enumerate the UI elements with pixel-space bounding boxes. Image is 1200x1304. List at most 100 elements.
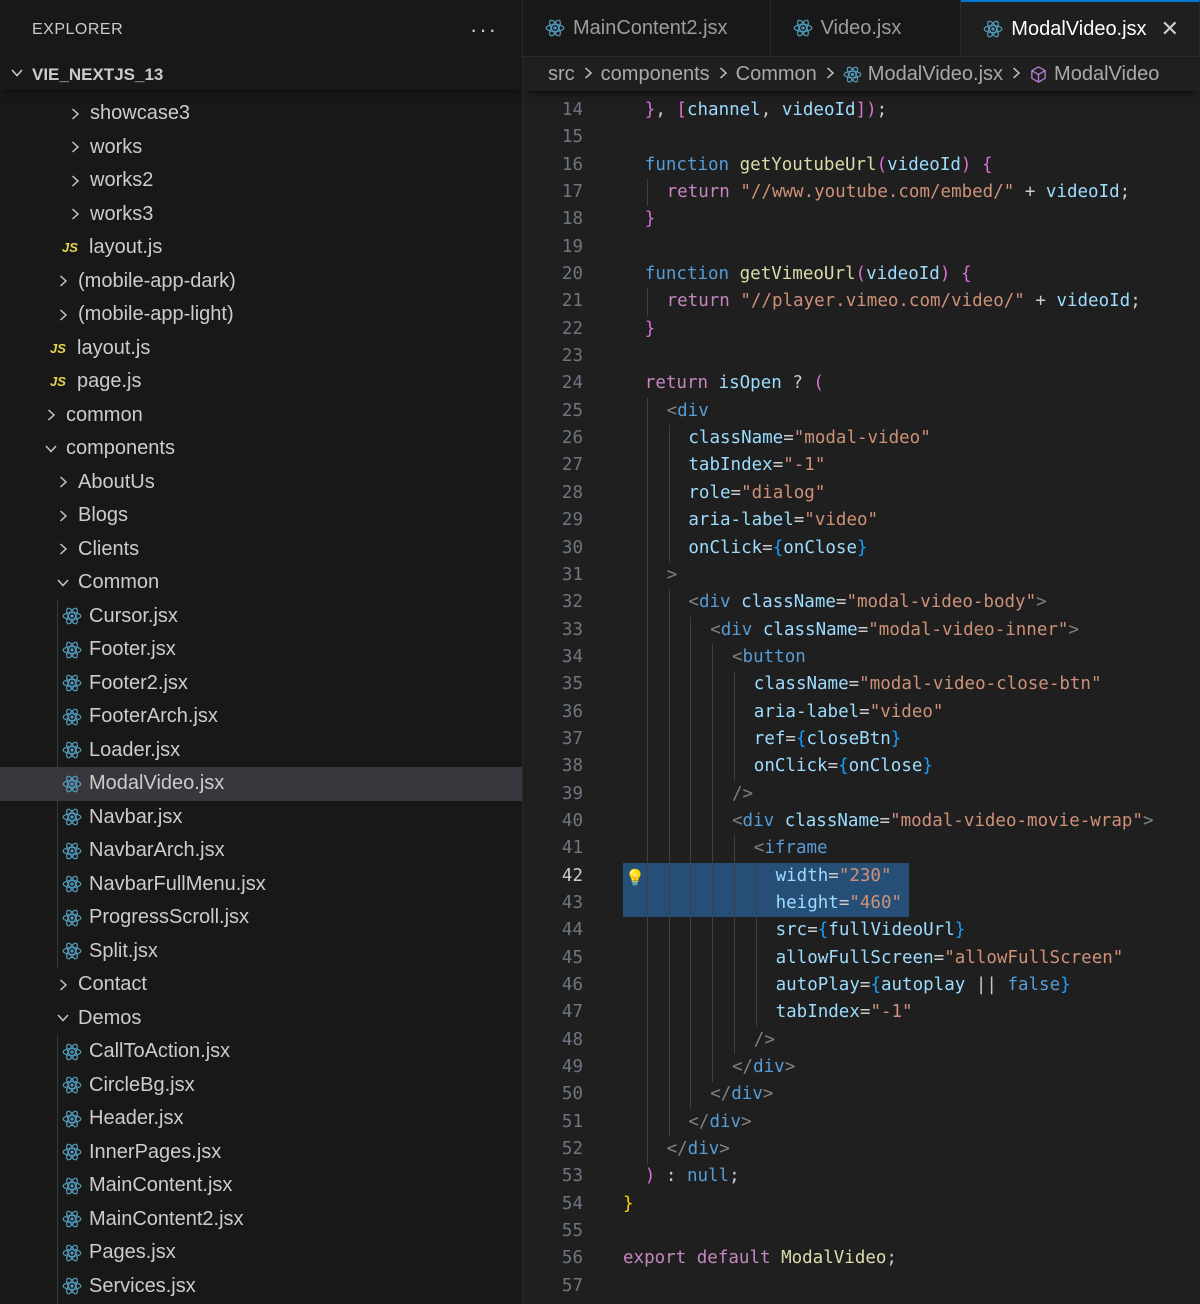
tree-file-footerarch[interactable]: FooterArch.jsx (0, 700, 522, 734)
line-number: 14 (561, 100, 583, 120)
tree-folder-contact[interactable]: Contact (0, 968, 522, 1002)
code-line[interactable]: 28 role="dialog" (523, 480, 1200, 507)
code-line[interactable]: 34 <button (523, 644, 1200, 671)
line-number: 56 (561, 1248, 583, 1269)
code-line[interactable]: 43 height="460" (523, 889, 1200, 918)
indent-guide (57, 1035, 58, 1304)
tree-item-partial[interactable]: showcase2 (0, 90, 522, 97)
tree-file-innerpages[interactable]: InnerPages.jsx (0, 1136, 522, 1170)
tree-file-footer2[interactable]: Footer2.jsx (0, 667, 522, 701)
code-line[interactable]: 46 autoPlay={autoplay || false} (523, 972, 1200, 999)
code-line[interactable]: 💡 42 width="230" (523, 862, 1200, 891)
code-line[interactable]: 27 tabIndex="-1" (523, 452, 1200, 479)
code-line[interactable]: 51 </div> (523, 1109, 1200, 1136)
code-line[interactable]: 29 aria-label="video" (523, 507, 1200, 534)
breadcrumb-item[interactable]: components (601, 63, 710, 86)
tree-folder-blogs[interactable]: Blogs (0, 499, 522, 533)
breadcrumb-item[interactable]: ModalVideo.jsx (868, 63, 1003, 86)
lightbulb-icon[interactable]: 💡 (625, 864, 645, 891)
breadcrumb-item[interactable]: src (548, 63, 575, 86)
tab-video[interactable]: Video.jsx (771, 0, 962, 56)
code-line[interactable]: 16 function getYoutubeUrl(videoId) { (523, 152, 1200, 179)
code-line[interactable]: 23 (523, 343, 1200, 370)
tree-folder-mobile-app-dark[interactable]: (mobile-app-dark) (0, 265, 522, 299)
tree-file-navbar[interactable]: Navbar.jsx (0, 801, 522, 835)
code-line[interactable]: 14}, [channel, videoId]); (523, 97, 1200, 124)
code-line[interactable]: 41 <iframe (523, 835, 1200, 862)
code-line[interactable]: 33 <div className="modal-video-inner"> (523, 617, 1200, 644)
tree-folder-common[interactable]: common (0, 399, 522, 433)
more-actions-icon[interactable]: ··· (470, 17, 498, 43)
tree-file-services[interactable]: Services.jsx (0, 1270, 522, 1304)
code-line[interactable]: 31 > (523, 562, 1200, 589)
code-line[interactable]: 25 <div (523, 398, 1200, 425)
code-line[interactable]: 49 </div> (523, 1054, 1200, 1081)
tree-file-layout[interactable]: JS layout.js (0, 332, 522, 366)
tree-folder-common[interactable]: Common (0, 566, 522, 600)
tree-folder-clients[interactable]: Clients (0, 533, 522, 567)
code-line[interactable]: 30 onClick={onClose} (523, 535, 1200, 562)
tree-folder-works2[interactable]: works2 (0, 164, 522, 198)
tab-modalvideo[interactable]: ModalVideo.jsx ✕ (961, 0, 1200, 56)
code-line[interactable]: 24 return isOpen ? ( (523, 370, 1200, 397)
tree-folder-showcase3[interactable]: showcase3 (0, 97, 522, 131)
code-line[interactable]: 50 </div> (523, 1081, 1200, 1108)
code-line[interactable]: 37 ref={closeBtn} (523, 726, 1200, 753)
tree-file-navbararch[interactable]: NavbarArch.jsx (0, 834, 522, 868)
breadcrumb-item[interactable]: ModalVideo (1054, 63, 1159, 86)
code-editor[interactable]: 14}, [channel, videoId]); 15 16 function ge… (523, 97, 1200, 1304)
tree-file-layout[interactable]: JS layout.js (0, 231, 522, 265)
react-file-icon (62, 707, 84, 727)
code-line[interactable]: 39 /> (523, 781, 1200, 808)
tree-folder-works3[interactable]: works3 (0, 198, 522, 232)
code-token: [ (676, 100, 687, 120)
code-line[interactable]: 17 return "//www.youtube.com/embed/" + vi… (523, 179, 1200, 206)
tree-file-progressscroll[interactable]: ProgressScroll.jsx (0, 901, 522, 935)
tree-folder-mobile-app-light[interactable]: (mobile-app-light) (0, 298, 522, 332)
code-line[interactable]: 52 </div> (523, 1136, 1200, 1163)
tree-file-pages[interactable]: Pages.jsx (0, 1236, 522, 1270)
tree-folder-components[interactable]: components (0, 432, 522, 466)
close-icon[interactable]: ✕ (1161, 16, 1179, 42)
code-line[interactable]: 55 (523, 1218, 1200, 1245)
code-line[interactable]: 38 onClick={onClose} (523, 753, 1200, 780)
tree-file-loader[interactable]: Loader.jsx (0, 734, 522, 768)
code-line[interactable]: 18} (523, 206, 1200, 233)
tree-file-footer[interactable]: Footer.jsx (0, 633, 522, 667)
code-line[interactable]: 57 (523, 1273, 1200, 1300)
code-line[interactable]: 53) : null; (523, 1163, 1200, 1190)
code-line[interactable]: 40 <div className="modal-video-movie-wrap… (523, 808, 1200, 835)
tree-file-calltoaction[interactable]: CallToAction.jsx (0, 1035, 522, 1069)
code-line[interactable]: 20 function getVimeoUrl(videoId) { (523, 261, 1200, 288)
code-line[interactable]: 45 allowFullScreen="allowFullScreen" (523, 945, 1200, 972)
tree-file-cursor[interactable]: Cursor.jsx (0, 600, 522, 634)
tree-file-header[interactable]: Header.jsx (0, 1102, 522, 1136)
tab-maincontent2[interactable]: MainContent2.jsx (523, 0, 771, 56)
tree-folder-demos[interactable]: Demos (0, 1002, 522, 1036)
tree-file-navbarfullmenu[interactable]: NavbarFullMenu.jsx (0, 868, 522, 902)
code-line[interactable]: 26 className="modal-video" (523, 425, 1200, 452)
tree-file-maincontent2[interactable]: MainContent2.jsx (0, 1203, 522, 1237)
tree-item-label: layout.js (89, 236, 163, 259)
tree-file-maincontent[interactable]: MainContent.jsx (0, 1169, 522, 1203)
breadcrumb-item[interactable]: Common (736, 63, 817, 86)
code-line[interactable]: 47 tabIndex="-1" (523, 999, 1200, 1026)
tree-file-page[interactable]: JS page.js (0, 365, 522, 399)
code-line[interactable]: 36 aria-label="video" (523, 699, 1200, 726)
tree-file-circlebg[interactable]: CircleBg.jsx (0, 1069, 522, 1103)
code-line[interactable]: 54} (523, 1191, 1200, 1218)
code-line[interactable]: 35 className="modal-video-close-btn" (523, 671, 1200, 698)
tree-file-split[interactable]: Split.jsx (0, 935, 522, 969)
tree-file-modalvideo[interactable]: ModalVideo.jsx (0, 767, 522, 801)
code-line[interactable]: 15 (523, 124, 1200, 151)
project-root[interactable]: VIE_NEXTJS_13 (0, 60, 522, 90)
code-line[interactable]: 21 return "//player.vimeo.com/video/" + v… (523, 288, 1200, 315)
code-line[interactable]: 48 /> (523, 1027, 1200, 1054)
code-line[interactable]: 56 export default ModalVideo; (523, 1245, 1200, 1272)
code-line[interactable]: 19 (523, 234, 1200, 261)
code-line[interactable]: 32 <div className="modal-video-body"> (523, 589, 1200, 616)
code-line[interactable]: 44 src={fullVideoUrl} (523, 917, 1200, 944)
tree-folder-works[interactable]: works (0, 131, 522, 165)
code-line[interactable]: 22} (523, 316, 1200, 343)
tree-folder-aboutus[interactable]: AboutUs (0, 466, 522, 500)
